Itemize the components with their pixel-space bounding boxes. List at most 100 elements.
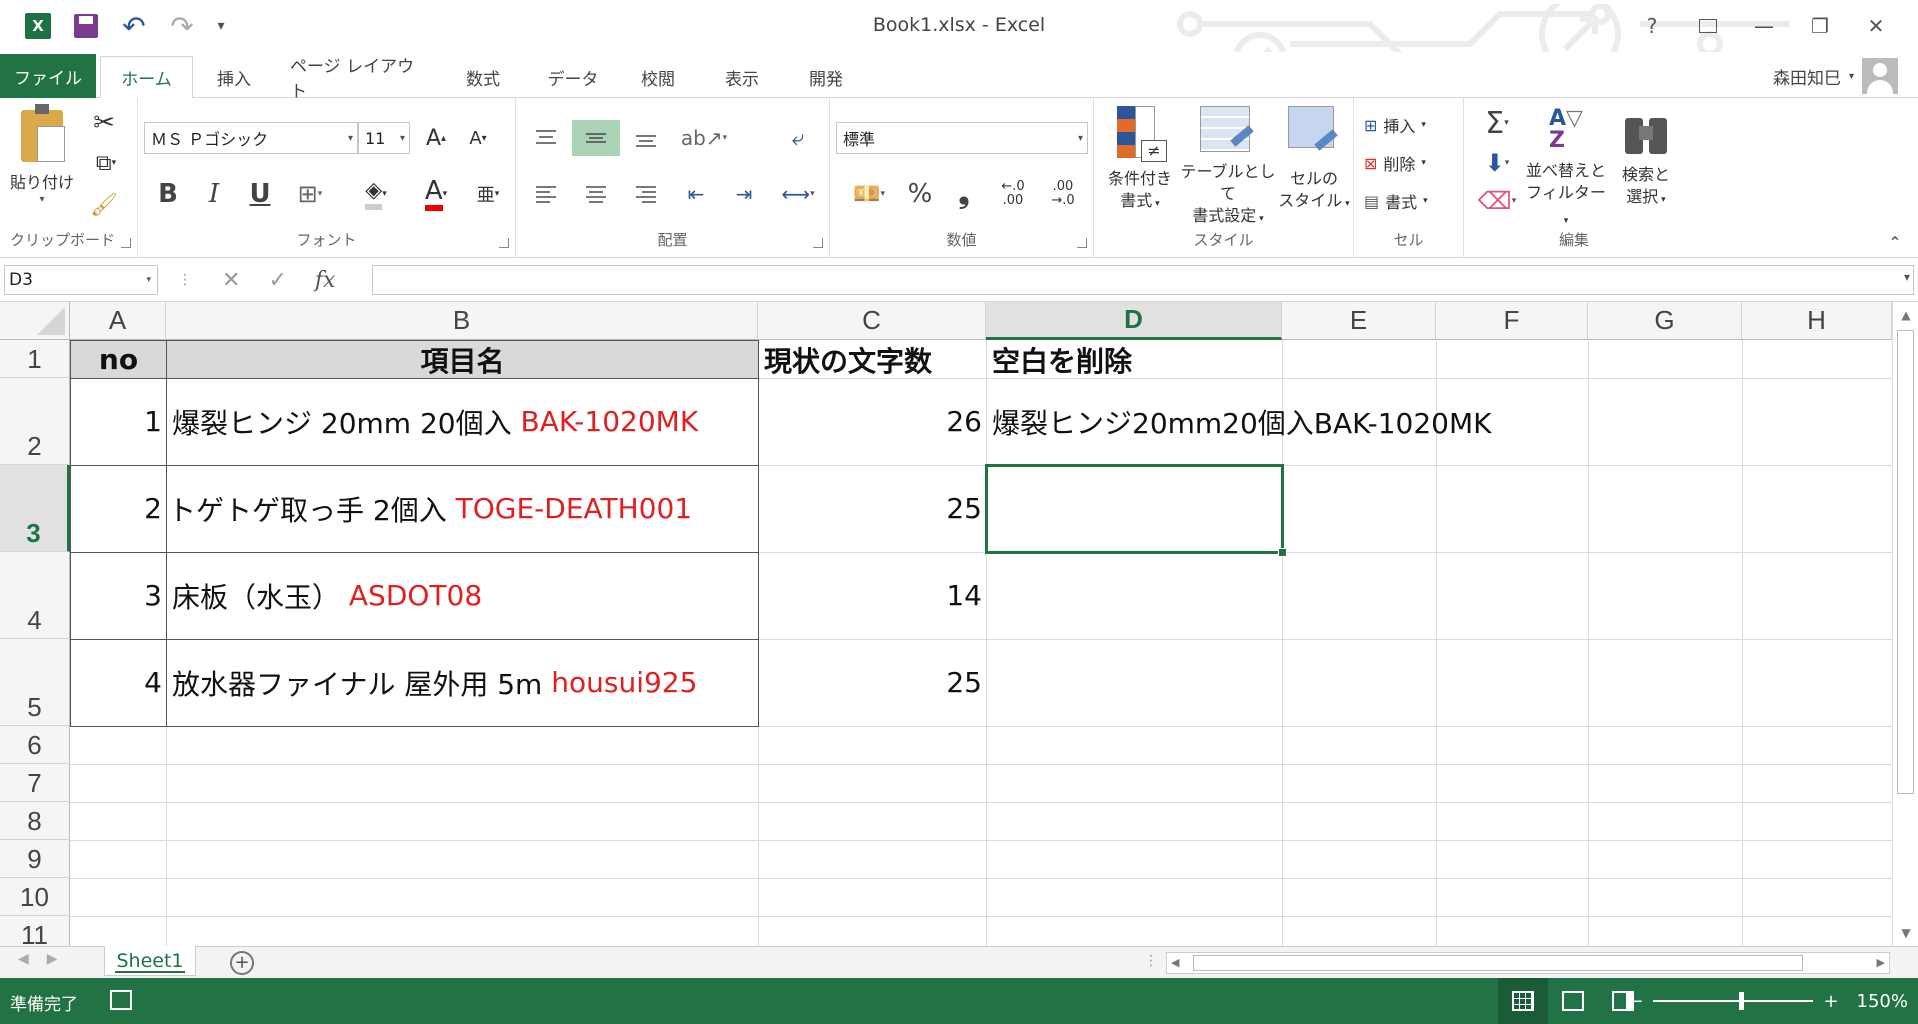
formula-input[interactable]: [372, 265, 1914, 295]
vertical-scroll-thumb[interactable]: [1897, 330, 1914, 794]
tab-view[interactable]: 表示: [716, 56, 768, 98]
orientation-button[interactable]: ab↗ ▾: [676, 120, 732, 156]
tab-file[interactable]: ファイル: [0, 54, 96, 98]
scroll-left-icon[interactable]: ◀: [1171, 956, 1179, 969]
zoom-level[interactable]: 150%: [1857, 991, 1908, 1012]
active-cell-selection[interactable]: [985, 464, 1287, 557]
row-header-10[interactable]: 10: [0, 878, 70, 916]
cell-d2[interactable]: 爆裂ヒンジ20mm20個入BAK-1020MK: [992, 378, 1491, 465]
worksheet-grid[interactable]: A B C D E F G H 1 2 3 4 5 6 7 8 9 10 11 …: [0, 302, 1892, 946]
copy-icon[interactable]: ⧉ ▾: [84, 148, 128, 178]
column-header-g[interactable]: G: [1588, 302, 1742, 340]
underline-button[interactable]: U: [244, 174, 276, 214]
normal-view-button[interactable]: [1498, 978, 1548, 1024]
find-select-button[interactable]: 検索と 選択 ▾: [1610, 104, 1682, 230]
column-header-a[interactable]: A: [70, 302, 166, 340]
align-right-icon[interactable]: [626, 176, 666, 212]
autosum-icon[interactable]: Σ ▾: [1474, 106, 1520, 141]
tab-data[interactable]: データ: [542, 56, 604, 98]
zoom-in-button[interactable]: +: [1823, 991, 1838, 1012]
sort-filter-button[interactable]: A▽ Z 並べ替えと フィルター ▾: [1524, 104, 1608, 230]
wrap-text-icon[interactable]: ⤶: [776, 120, 820, 156]
tab-insert[interactable]: 挿入: [208, 56, 260, 98]
select-all-button[interactable]: [0, 302, 70, 340]
font-size-dropdown[interactable]: 11 ▾: [358, 122, 410, 154]
row-header-11[interactable]: 11: [0, 916, 70, 946]
tab-home[interactable]: ホーム: [100, 56, 193, 99]
name-box[interactable]: D3 ▾: [4, 265, 158, 295]
row-header-9[interactable]: 9: [0, 840, 70, 878]
font-launcher-icon[interactable]: [499, 238, 509, 248]
row-header-3[interactable]: 3: [0, 465, 70, 552]
zoom-out-button[interactable]: −: [1628, 991, 1643, 1012]
grow-font-button[interactable]: A ▴: [418, 122, 454, 154]
delete-cells-button[interactable]: ⊠ 削除 ▾: [1364, 148, 1460, 178]
macro-record-icon[interactable]: [110, 990, 132, 1010]
cell-b2[interactable]: 爆裂ヒンジ 20mm 20個入 BAK-1020MK: [172, 378, 758, 465]
column-header-d[interactable]: D: [986, 302, 1282, 340]
insert-function-icon[interactable]: fx: [315, 268, 336, 293]
row-header-7[interactable]: 7: [0, 764, 70, 802]
collapse-ribbon-icon[interactable]: ⌃: [1882, 232, 1908, 252]
add-sheet-icon[interactable]: +: [230, 951, 254, 975]
fill-color-button[interactable]: ◈ ▾: [348, 174, 404, 214]
tab-page-layout[interactable]: ページ レイアウト: [290, 56, 430, 102]
fill-icon[interactable]: ⬇ ▾: [1474, 146, 1520, 180]
tab-developer[interactable]: 開発: [800, 56, 852, 98]
clear-icon[interactable]: ⌫ ▾: [1474, 184, 1520, 218]
cell-d1[interactable]: 空白を削除: [992, 341, 1282, 378]
customize-qat-icon[interactable]: ▾: [206, 10, 236, 42]
tab-review[interactable]: 校閲: [632, 56, 684, 98]
column-header-f[interactable]: F: [1436, 302, 1588, 340]
cell-b3[interactable]: トゲトゲ取っ手 2個入 TOGE-DEATH001: [168, 465, 758, 552]
align-bottom-icon[interactable]: [626, 120, 666, 156]
clipboard-launcher-icon[interactable]: [121, 238, 131, 248]
undo-icon[interactable]: ↶: [110, 10, 158, 43]
sheet-tab-sheet1[interactable]: Sheet1: [104, 946, 196, 976]
scroll-right-icon[interactable]: ▶: [1877, 956, 1885, 969]
row-header-6[interactable]: 6: [0, 726, 70, 764]
sheet-nav-arrows[interactable]: ◀▶: [18, 951, 76, 967]
cell-b5[interactable]: 放水器ファイナル 屋外用 5m housui925: [172, 639, 758, 726]
borders-button[interactable]: ⊞ ▾: [282, 174, 338, 214]
restore-icon[interactable]: ❐: [1792, 8, 1848, 44]
page-layout-view-button[interactable]: [1548, 978, 1598, 1024]
phonetic-button[interactable]: 亜 ▾: [466, 174, 510, 214]
enter-icon[interactable]: ✓: [268, 268, 286, 293]
align-middle-icon[interactable]: [572, 120, 620, 156]
row-header-4[interactable]: 4: [0, 552, 70, 639]
insert-cells-button[interactable]: ⊞ 挿入 ▾: [1364, 110, 1460, 140]
paste-button[interactable]: 貼り付け ▾: [10, 104, 74, 236]
row-header-5[interactable]: 5: [0, 639, 70, 726]
conditional-formatting-button[interactable]: ≠ 条件付き 書式 ▾: [1100, 104, 1180, 230]
cell-c2[interactable]: 26: [758, 378, 986, 465]
currency-button[interactable]: 💴 ▾: [844, 174, 894, 214]
column-header-h[interactable]: H: [1742, 302, 1892, 340]
tab-formulas[interactable]: 数式: [456, 56, 510, 98]
zoom-slider[interactable]: [1653, 992, 1814, 1010]
cancel-icon[interactable]: ✕: [222, 268, 240, 293]
shrink-font-button[interactable]: A ▾: [460, 122, 496, 154]
increase-decimal-button[interactable]: ←.0 .00: [990, 174, 1036, 214]
tab-split-grip-icon[interactable]: ⋮: [1144, 953, 1158, 969]
bold-button[interactable]: B: [152, 174, 184, 214]
align-left-icon[interactable]: [526, 176, 566, 212]
merge-center-button[interactable]: ⟷ ▾: [770, 176, 826, 212]
format-as-table-button[interactable]: テーブルとして 書式設定 ▾: [1178, 104, 1278, 230]
cut-icon[interactable]: ✂: [84, 108, 124, 138]
cell-d4[interactable]: [992, 552, 1282, 639]
ribbon-display-icon[interactable]: [1680, 8, 1736, 44]
cell-d5[interactable]: [992, 639, 1282, 726]
increase-indent-icon[interactable]: ⇥: [724, 176, 764, 212]
format-painter-icon[interactable]: 🖌: [84, 190, 124, 220]
decrease-indent-icon[interactable]: ⇤: [676, 176, 716, 212]
cell-styles-button[interactable]: セルの スタイル ▾: [1276, 104, 1352, 230]
alignment-launcher-icon[interactable]: [813, 238, 823, 248]
row-header-2[interactable]: 2: [0, 378, 70, 465]
save-icon[interactable]: [62, 10, 110, 42]
row-header-8[interactable]: 8: [0, 802, 70, 840]
cell-b4[interactable]: 床板（水玉） ASDOT08: [172, 552, 758, 639]
align-center-icon[interactable]: [576, 176, 616, 212]
minimize-icon[interactable]: —: [1736, 8, 1792, 44]
cell-a3[interactable]: 2: [70, 465, 166, 552]
